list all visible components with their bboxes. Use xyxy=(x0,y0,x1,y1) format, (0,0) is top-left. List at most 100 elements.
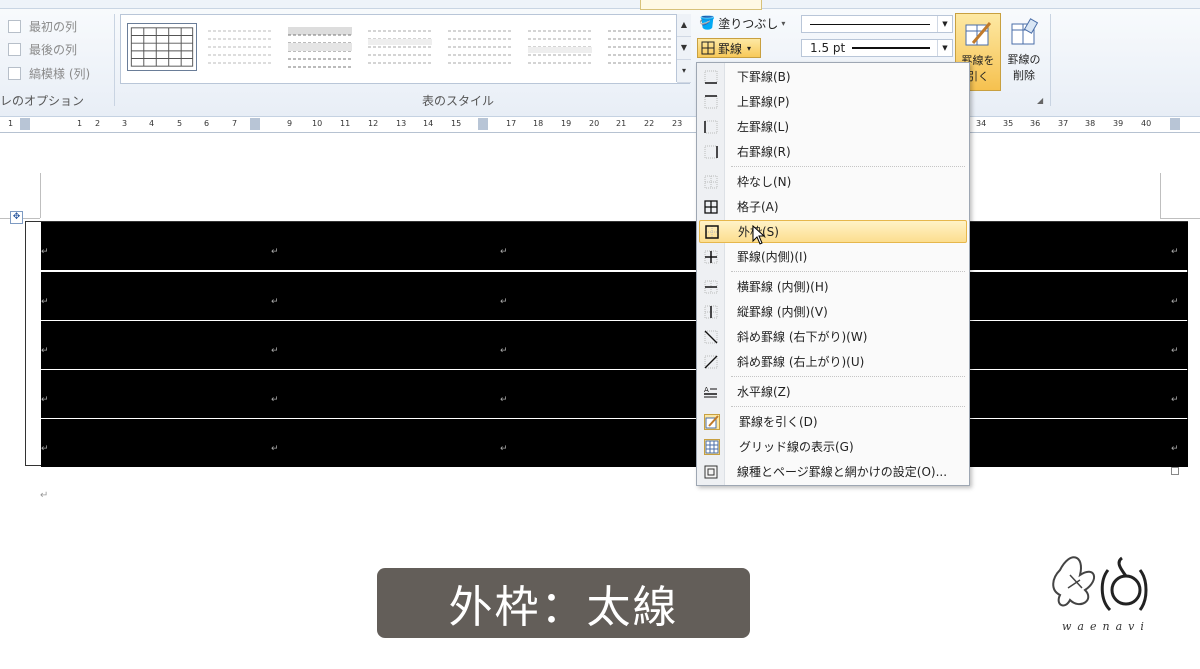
cell-end-mark: ↵ xyxy=(500,395,508,405)
menu-item-inside-vertical-border[interactable]: 縦罫線 (内側)(V) xyxy=(699,300,967,323)
gallery-more-icon[interactable]: ▾ xyxy=(677,60,691,83)
inside-vertical-border-icon xyxy=(704,305,718,318)
ruler-column-marker[interactable] xyxy=(478,118,488,130)
chevron-down-icon[interactable]: ▼ xyxy=(937,40,952,56)
ruler-number: 21 xyxy=(616,119,627,128)
ruler-number: 15 xyxy=(451,119,462,128)
cell-end-mark: ↵ xyxy=(500,247,508,257)
last-column-option[interactable]: 最後の列 xyxy=(8,41,77,58)
banded-columns-checkbox[interactable] xyxy=(8,67,21,80)
shading-button[interactable]: 🪣 塗りつぶし ▾ xyxy=(699,15,785,32)
tab-design[interactable] xyxy=(640,0,762,10)
ruler-column-marker[interactable] xyxy=(20,118,30,130)
cell-end-mark: ↵ xyxy=(1171,444,1179,454)
table-style-light-2[interactable] xyxy=(285,23,355,71)
menu-item-label: 格子(A) xyxy=(737,200,779,214)
logo-text: waenavi xyxy=(1062,620,1150,633)
menu-item-bottom-border[interactable]: 下罫線(B) xyxy=(699,65,967,88)
table-style-grid[interactable] xyxy=(127,23,197,71)
first-column-label: 最初の列 xyxy=(29,20,78,34)
all-borders-icon xyxy=(701,41,715,55)
first-column-checkbox[interactable] xyxy=(8,20,21,33)
ruler-number: 14 xyxy=(423,119,434,128)
pen-style-combo[interactable]: ▼ xyxy=(801,15,953,33)
horizontal-ruler[interactable]: 1 1 2 3 4 5 6 7 9 10 11 12 13 14 15 17 1… xyxy=(0,117,1200,133)
menu-item-label: 斜め罫線 (右上がり)(U) xyxy=(737,355,865,369)
borders-button[interactable]: 罫線 ▾ xyxy=(697,38,761,58)
caption-overlay: 外枠：太線 xyxy=(377,568,750,638)
ruler-number: 38 xyxy=(1085,119,1096,128)
cell-end-mark: ↵ xyxy=(1171,395,1179,405)
borders-shading-icon xyxy=(704,465,718,478)
gallery-up-icon[interactable]: ▲ xyxy=(677,14,691,37)
table-style-light-4[interactable] xyxy=(445,23,515,71)
cell-end-mark: ↵ xyxy=(271,444,279,454)
table-row[interactable] xyxy=(41,370,1188,418)
menu-item-inside-borders[interactable]: 罫線(内側)(I) xyxy=(699,245,967,268)
cell-end-mark: ↵ xyxy=(271,297,279,307)
ruler-number: 11 xyxy=(340,119,351,128)
margin-corner xyxy=(40,173,41,218)
ruler-number: 10 xyxy=(312,119,323,128)
menu-item-left-border[interactable]: 左罫線(L) xyxy=(699,115,967,138)
pen-weight-preview xyxy=(852,47,930,49)
ruler-column-marker[interactable] xyxy=(1170,118,1180,130)
table[interactable]: ↵ ↵ ↵ ↵ ↵ ↵ ↵ ↵ ↵ ↵ ↵ ↵ ↵ ↵ ↵ ↵ ↵ ↵ ↵ ↵ xyxy=(25,221,1188,467)
pen-weight-combo[interactable]: 1.5 pt ▼ xyxy=(801,39,953,57)
pen-style-preview xyxy=(810,24,930,25)
menu-item-horizontal-line[interactable]: A 水平線(Z) xyxy=(699,380,967,403)
menu-separator xyxy=(731,406,965,407)
table-row[interactable] xyxy=(41,321,1188,369)
menu-item-label: 上罫線(P) xyxy=(737,95,790,109)
table-style-light-3[interactable] xyxy=(365,23,435,71)
menu-item-outside-borders[interactable]: 外枠(S) xyxy=(699,220,967,243)
eraser-button[interactable]: 罫線の 削除 xyxy=(1004,13,1044,91)
table-style-light-6[interactable] xyxy=(605,23,675,71)
paint-bucket-icon: 🪣 xyxy=(699,16,716,31)
table-row[interactable] xyxy=(41,419,1188,467)
table-move-handle-icon[interactable]: ✥ xyxy=(10,211,23,224)
menu-item-top-border[interactable]: 上罫線(P) xyxy=(699,90,967,113)
cell-end-mark: ↵ xyxy=(1171,346,1179,356)
ruler-number: 35 xyxy=(1003,119,1014,128)
table-style-light-5[interactable] xyxy=(525,23,595,71)
dialog-launcher-icon[interactable]: ◢ xyxy=(1037,96,1043,105)
ruler-column-marker[interactable] xyxy=(250,118,260,130)
ruler-number: 6 xyxy=(204,119,210,128)
menu-item-draw-table[interactable]: 罫線を引く(D) xyxy=(699,410,967,433)
gallery-down-icon[interactable]: ▼ xyxy=(677,37,691,60)
menu-item-right-border[interactable]: 右罫線(R) xyxy=(699,140,967,163)
menu-item-no-border[interactable]: 枠なし(N) xyxy=(699,170,967,193)
chevron-down-icon[interactable]: ▼ xyxy=(937,16,952,32)
menu-item-all-borders[interactable]: 格子(A) xyxy=(699,195,967,218)
all-borders-icon xyxy=(704,199,718,214)
gallery-scroll[interactable]: ▲ ▼ ▾ xyxy=(676,14,691,83)
shading-label: 塗りつぶし xyxy=(718,17,779,31)
menu-item-diagonal-down-border[interactable]: 斜め罫線 (右下がり)(W) xyxy=(699,325,967,348)
last-column-checkbox[interactable] xyxy=(8,43,21,56)
ruler-number: 2 xyxy=(95,119,101,128)
menu-item-label: 右罫線(R) xyxy=(737,145,791,159)
cell-end-mark: ↵ xyxy=(500,346,508,356)
menu-item-diagonal-up-border[interactable]: 斜め罫線 (右上がり)(U) xyxy=(699,350,967,373)
table-row[interactable] xyxy=(41,222,1188,270)
table-resize-handle[interactable] xyxy=(1171,467,1179,475)
outside-borders-icon xyxy=(705,224,719,239)
chevron-down-icon[interactable]: ▾ xyxy=(747,44,751,53)
menu-item-label: 線種とページ罫線と網かけの設定(O)... xyxy=(737,465,948,479)
ruler-number: 3 xyxy=(122,119,128,128)
ruler-number: 22 xyxy=(644,119,655,128)
table-style-light-1[interactable] xyxy=(205,23,275,71)
menu-item-label: 左罫線(L) xyxy=(737,120,790,134)
table-styles-gallery[interactable] xyxy=(120,14,690,84)
menu-item-borders-and-shading[interactable]: 線種とページ罫線と網かけの設定(O)... xyxy=(699,460,967,483)
ruler-number: 9 xyxy=(287,119,293,128)
banded-columns-label: 縞模様 (列) xyxy=(29,67,91,81)
cell-end-mark: ↵ xyxy=(1171,297,1179,307)
first-column-option[interactable]: 最初の列 xyxy=(8,18,77,35)
menu-item-inside-horizontal-border[interactable]: 横罫線 (内側)(H) xyxy=(699,275,967,298)
border-left-icon xyxy=(704,120,718,133)
table-row[interactable] xyxy=(41,272,1188,320)
menu-item-view-gridlines[interactable]: グリッド線の表示(G) xyxy=(699,435,967,458)
banded-columns-option[interactable]: 縞模様 (列) xyxy=(8,65,90,82)
